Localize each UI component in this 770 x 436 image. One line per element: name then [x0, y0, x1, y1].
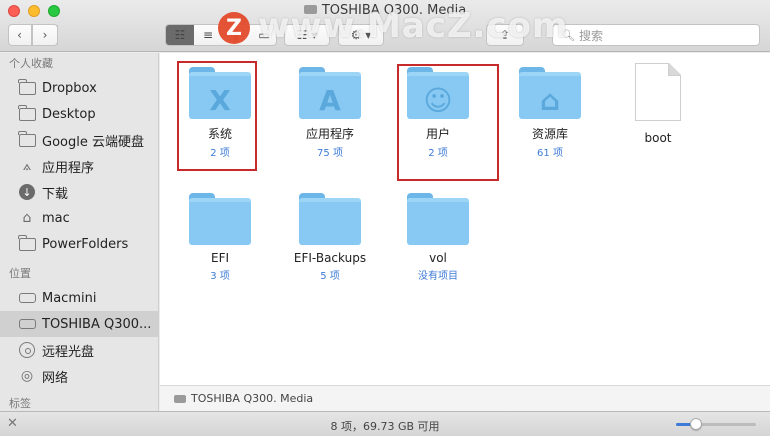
file-browser: X 系统 2 项 A 应用程序 75 项 ☺ 用户 2 项 ⌂ 资源库 61 项…	[160, 53, 770, 385]
sidebar-item-label: TOSHIBA Q300...	[42, 316, 152, 332]
item-name: vol	[429, 251, 447, 265]
sidebar-item-dropbox[interactable]: Dropbox	[0, 75, 158, 101]
network-icon: ◎	[20, 368, 34, 384]
list-item[interactable]: EFI-Backups 5 项	[270, 193, 390, 282]
sidebar-item-macmini[interactable]: Macmini	[0, 285, 158, 311]
sidebar-item-label: mac	[42, 210, 70, 226]
item-count: 5 项	[320, 271, 340, 282]
highlight-box-users	[397, 64, 499, 181]
forward-button[interactable]: ›	[33, 25, 58, 45]
home-icon: ⌂	[22, 210, 32, 226]
sidebar-item-label: 应用程序	[42, 160, 95, 176]
folder-icon: A	[299, 67, 361, 119]
sidebar-item-label: Macmini	[42, 290, 97, 306]
status-text: 8 项，69.73 GB 可用	[330, 420, 440, 433]
status-bar: ✕ 8 项，69.73 GB 可用	[0, 411, 770, 436]
item-count: 75 项	[317, 148, 343, 159]
drive-icon	[18, 316, 36, 332]
item-name: boot	[644, 131, 672, 145]
slider-knob[interactable]	[690, 418, 702, 430]
folder-icon	[189, 193, 251, 245]
path-bar-item[interactable]: TOSHIBA Q300. Media	[191, 392, 313, 405]
folder-icon	[18, 130, 36, 148]
watermark-logo-text: Z	[226, 15, 242, 41]
icon-view-button[interactable]: ☷	[166, 25, 194, 45]
sidebar-item-downloads[interactable]: ↓ 下载	[0, 179, 158, 205]
drive-icon	[174, 394, 186, 403]
sidebar-item-label: PowerFolders	[42, 236, 129, 252]
chevron-right-icon: ›	[33, 25, 58, 45]
path-bar: TOSHIBA Q300. Media	[160, 385, 770, 411]
folder-icon	[18, 234, 36, 252]
sidebar-section-locations: 位置	[9, 267, 31, 280]
sidebar-item-label: Desktop	[42, 106, 96, 122]
folder-icon	[299, 193, 361, 245]
sidebar-item-label: 下载	[42, 186, 69, 202]
folder-icon	[407, 193, 469, 245]
item-count: 3 项	[210, 271, 230, 282]
search-placeholder: 搜索	[578, 28, 603, 43]
item-count: 没有项目	[418, 271, 458, 282]
sidebar: 个人收藏 Dropbox Desktop Google 云端硬盘 ⟑ 应用程序 ↓…	[0, 53, 159, 411]
sidebar-item-label: Google 云端硬盘	[42, 134, 144, 150]
folder-icon	[18, 104, 36, 122]
list-item[interactable]: boot	[598, 63, 718, 145]
sidebar-item-google-drive[interactable]: Google 云端硬盘	[0, 127, 158, 153]
watermark-text: www.MacZ.com	[258, 6, 569, 46]
list-item[interactable]: EFI 3 项	[160, 193, 280, 282]
back-button[interactable]: ‹	[8, 25, 33, 45]
icon-size-slider[interactable]	[676, 418, 756, 430]
applications-icon: ⟑	[22, 158, 32, 174]
sidebar-item-toshiba[interactable]: TOSHIBA Q300...	[0, 311, 158, 337]
folder-icon: ⌂	[519, 67, 581, 119]
list-item[interactable]: A 应用程序 75 项	[270, 67, 390, 159]
highlight-box-system	[177, 61, 257, 171]
sidebar-item-desktop[interactable]: Desktop	[0, 101, 158, 127]
list-item[interactable]: ⌂ 资源库 61 项	[490, 67, 610, 159]
document-icon	[635, 63, 681, 121]
sidebar-item-network[interactable]: ◎ 网络	[0, 363, 158, 389]
sidebar-section-favorites: 个人收藏	[9, 57, 53, 70]
sidebar-item-label: Dropbox	[42, 80, 97, 96]
disc-icon	[18, 342, 36, 358]
item-name: 应用程序	[305, 127, 354, 141]
folder-icon	[18, 78, 36, 96]
library-emblem-icon: ⌂	[539, 83, 561, 117]
sidebar-item-home[interactable]: ⌂ mac	[0, 205, 158, 231]
sidebar-item-label: 网络	[42, 370, 69, 386]
item-name: 资源库	[531, 127, 568, 141]
item-name: EFI	[210, 251, 230, 265]
drive-icon	[18, 290, 36, 306]
back-forward-group: ‹ ›	[8, 24, 58, 46]
applications-emblem-icon: A	[319, 83, 341, 117]
sidebar-item-powerfolders[interactable]: PowerFolders	[0, 231, 158, 257]
sidebar-item-remote-disc[interactable]: 远程光盘	[0, 337, 158, 363]
sidebar-item-label: 远程光盘	[42, 344, 95, 360]
chevron-left-icon: ‹	[8, 25, 32, 45]
watermark: www.MacZ.com	[258, 6, 568, 46]
sidebar-section-tags: 标签	[9, 397, 31, 410]
search-input[interactable]: 🔍︎ 搜索	[552, 24, 760, 46]
sidebar-item-applications[interactable]: ⟑ 应用程序	[0, 153, 158, 179]
item-name: EFI-Backups	[293, 251, 367, 265]
download-icon: ↓	[18, 184, 36, 200]
item-count: 61 项	[537, 148, 563, 159]
toolbar: TOSHIBA Q300. Media ‹ › ☷ ≡ ‖ ▭ ☷ ▾ ⚙ ▾ …	[0, 0, 770, 52]
grid-icon: ☷	[174, 28, 186, 42]
watermark-logo: Z	[218, 12, 250, 44]
list-item[interactable]: vol 没有项目	[378, 193, 498, 282]
